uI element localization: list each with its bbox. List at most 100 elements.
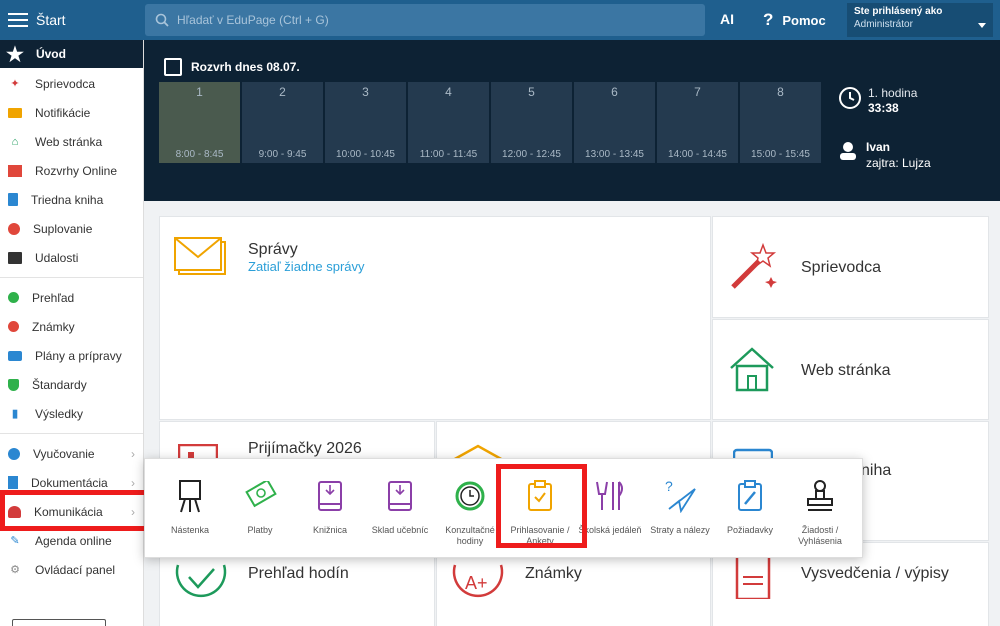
period-time: 15:00 - 15:45: [751, 149, 810, 160]
magic-wand-icon: [731, 242, 777, 289]
calendar-icon: [8, 251, 22, 264]
current-period-label: 1. hodina: [868, 86, 918, 100]
period-4[interactable]: 4 11:00 - 11:45: [408, 82, 489, 163]
grade-a-plus-icon: A+: [452, 564, 504, 598]
submenu-item-kniznica[interactable]: Knižnica: [295, 479, 365, 536]
submenu-item-konzultacne-hodiny[interactable]: Konzultačné hodiny: [435, 479, 505, 547]
chevron-down-icon: [978, 23, 986, 28]
request-clipboard-icon: [738, 480, 762, 511]
period-number: 1: [196, 85, 203, 99]
start-label: Štart: [36, 12, 66, 28]
star-icon: ★: [6, 43, 24, 66]
sidebar-item-label: Udalosti: [35, 250, 79, 265]
period-number: 8: [777, 85, 784, 99]
sidebar-item-notifikacie[interactable]: Notifikácie: [0, 98, 143, 127]
tile-title: Prehľad hodín: [248, 565, 349, 582]
tile-sprievodca[interactable]: Sprievodca: [712, 216, 989, 318]
tile-title: Prijímačky 2026: [248, 440, 362, 457]
countdown-timer: 33:38: [868, 101, 899, 115]
submenu-item-ziadosti-vyhlasenia[interactable]: Žiadosti / Vyhlásenia: [785, 479, 855, 547]
period-7[interactable]: 7 14:00 - 14:45: [657, 82, 738, 163]
period-6[interactable]: 6 13:00 - 13:45: [574, 82, 655, 163]
pen-icon: ✎: [10, 535, 20, 547]
sidebar-bottom-button[interactable]: [12, 619, 106, 626]
submenu-item-straty-a-nalezy[interactable]: ? Straty a nálezy: [645, 479, 715, 536]
timetable-title-text: Rozvrh dnes 08.07.: [191, 60, 300, 74]
help-button[interactable]: ? Pomoc: [763, 10, 826, 30]
period-time: 9:00 - 9:45: [258, 149, 307, 160]
sidebar-item-label: Známky: [32, 319, 75, 334]
sidebar-item-label: Vyučovanie: [33, 446, 95, 461]
highlight-box-komunikacia: [0, 490, 149, 531]
sidebar-item-vysledky[interactable]: ▮ Výsledky: [0, 399, 143, 428]
textbook-stock-icon: [388, 481, 412, 511]
period-2[interactable]: 2 9:00 - 9:45: [242, 82, 323, 163]
period-time: 14:00 - 14:45: [668, 149, 727, 160]
certificate-icon: [735, 553, 771, 599]
sidebar-item-standardy[interactable]: Štandardy: [0, 370, 143, 399]
sidebar-item-rozvrhy-online[interactable]: Rozvrhy Online: [0, 156, 143, 185]
period-8[interactable]: 8 15:00 - 15:45: [740, 82, 821, 163]
no-messages-link[interactable]: Zatiaľ žiadne správy: [248, 259, 365, 274]
submenu-item-label: Požiadavky: [726, 525, 774, 535]
gear-icon: ⚙: [10, 564, 20, 576]
calendar-icon: [164, 58, 182, 76]
book-icon: [8, 193, 18, 206]
submenu-item-label: Straty a nálezy: [650, 525, 710, 535]
period-list: 1 8:00 - 8:45 2 9:00 - 9:45 3 10:00 - 10:45…: [159, 82, 823, 163]
shield-icon: [8, 378, 19, 391]
submenu-item-sklad-ucebnic[interactable]: Sklad učebníc: [365, 479, 435, 536]
sidebar-divider: [0, 277, 143, 278]
globe-icon: [8, 447, 20, 460]
sidebar-item-sprievodca[interactable]: ✦ Sprievodca: [0, 69, 143, 98]
sidebar: ★ Úvod ✦ Sprievodca Notifikácie ⌂ Web strá…: [0, 40, 144, 626]
submenu-item-poziadavky[interactable]: Požiadavky: [715, 479, 785, 536]
submenu-item-label: Platby: [247, 525, 273, 535]
document-icon: [8, 476, 18, 489]
tile-spravy[interactable]: Správy Zatiaľ žiadne správy: [159, 216, 711, 420]
sidebar-item-label: Dokumentácia: [31, 475, 108, 490]
search-box[interactable]: [145, 4, 705, 36]
submenu-item-label: Žiadosti / Vyhlásenia: [798, 525, 842, 546]
period-time: 12:00 - 12:45: [502, 149, 561, 160]
sidebar-item-suplovanie[interactable]: Suplovanie: [0, 214, 143, 243]
timetable-title[interactable]: Rozvrh dnes 08.07.: [164, 58, 300, 76]
sidebar-item-znamky[interactable]: Známky: [0, 312, 143, 341]
period-5[interactable]: 5 12:00 - 12:45: [491, 82, 572, 163]
sidebar-item-uvod[interactable]: ★ Úvod: [0, 40, 143, 68]
sidebar-item-web-stranka[interactable]: ⌂ Web stránka: [0, 127, 143, 156]
sidebar-item-plany-a-pripravy[interactable]: Plány a prípravy: [0, 341, 143, 370]
bar-chart-icon: ▮: [11, 408, 19, 420]
sidebar-item-vyucovanie[interactable]: Vyučovanie ›: [0, 439, 143, 468]
sidebar-item-triedna-kniha[interactable]: Triedna kniha: [0, 185, 143, 214]
check-circle-icon: [175, 564, 227, 598]
period-number: 4: [445, 85, 452, 99]
clock-icon: [839, 87, 861, 109]
search-input[interactable]: [177, 13, 677, 27]
tile-title: Vysvedčenia / výpisy: [801, 565, 949, 582]
sidebar-item-udalosti[interactable]: Udalosti: [0, 243, 143, 272]
submenu-item-platby[interactable]: Platby: [225, 479, 295, 536]
cutlery-icon: [596, 481, 623, 510]
sidebar-item-ovladaci-panel[interactable]: ⚙ Ovládací panel: [0, 555, 143, 584]
sidebar-item-prehlad[interactable]: Prehľad: [0, 283, 143, 312]
start-menu-button[interactable]: Štart: [0, 0, 144, 40]
tile-web-stranka[interactable]: Web stránka: [712, 319, 989, 420]
current-period-info: 1. hodina 33:38: [838, 86, 917, 115]
period-time: 8:00 - 8:45: [175, 149, 224, 160]
period-1[interactable]: 1 8:00 - 8:45: [159, 82, 240, 163]
period-time: 11:00 - 11:45: [419, 149, 478, 160]
tile-title: Správy: [248, 241, 298, 258]
submenu-item-label: Sklad učebníc: [371, 525, 429, 535]
submenu-item-nastenka[interactable]: Nástenka: [155, 479, 225, 536]
period-time: 13:00 - 13:45: [585, 149, 644, 160]
sidebar-item-label: Suplovanie: [33, 221, 93, 236]
paper-plane-question-icon: ?: [665, 479, 696, 513]
user-account-menu[interactable]: Ste prihlásený ako Administrátor: [847, 3, 993, 37]
submenu-item-label: Konzultačné hodiny: [445, 525, 495, 546]
teacher-tomorrow: zajtra: Lujza: [866, 156, 931, 170]
period-3[interactable]: 3 10:00 - 10:45: [325, 82, 406, 163]
user-role: Administrátor: [854, 19, 913, 30]
envelope-icon: [8, 107, 22, 118]
ai-button[interactable]: AI: [720, 11, 734, 27]
